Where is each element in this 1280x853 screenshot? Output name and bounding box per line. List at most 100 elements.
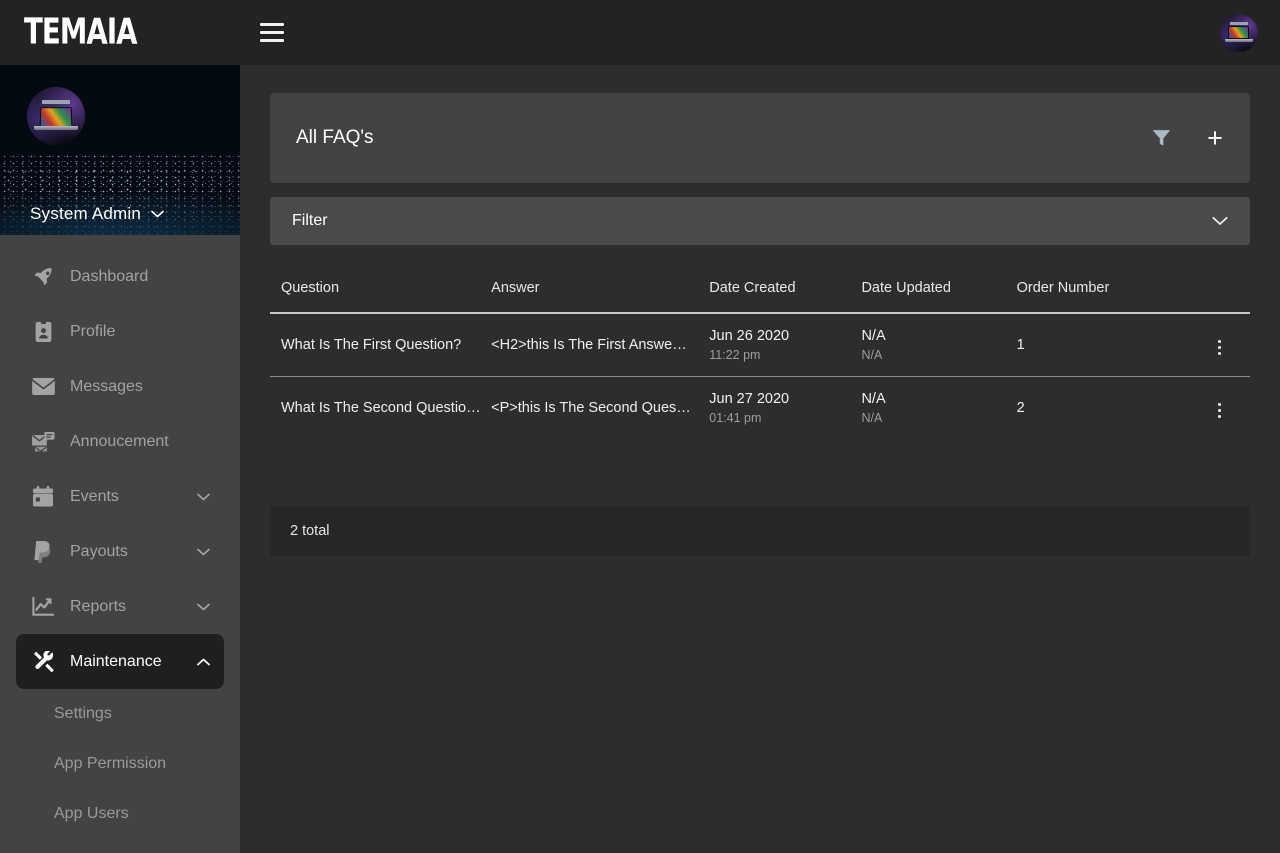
- column-header-answer[interactable]: Answer: [491, 272, 710, 314]
- avatar-detail-dots: [1229, 21, 1249, 25]
- table-body: What Is The First Question? <H2>this Is …: [270, 313, 1250, 439]
- envelope-icon: [30, 376, 56, 398]
- sidebar-item-messages[interactable]: Messages: [16, 359, 224, 414]
- sidebar-subitem-label: App Permission: [54, 755, 167, 772]
- sidebar-item-payouts[interactable]: Payouts: [16, 524, 224, 579]
- chevron-down-icon: [197, 493, 210, 501]
- user-avatar[interactable]: [1220, 13, 1258, 52]
- cell-date-created: Jun 26 2020 11:22 pm: [709, 313, 862, 377]
- total-count-label: 2 total: [290, 523, 330, 539]
- hamburger-line: [260, 23, 284, 26]
- time-created-value: 11:22 pm: [709, 348, 761, 362]
- time-updated-value: N/A: [861, 411, 883, 425]
- sidebar-subitem-faq[interactable]: FAQ: [0, 839, 240, 853]
- faq-table-container: Question Answer Date Created Date Update…: [270, 272, 1250, 439]
- sidebar-navigation: Dashboard Profile Messages Annoucement E…: [0, 235, 240, 853]
- announcement-icon: [30, 431, 56, 453]
- top-navigation-bar: TEMAIA: [0, 0, 1280, 65]
- date-updated-value: N/A: [861, 391, 886, 407]
- sidebar-item-label: Messages: [70, 377, 143, 395]
- sidebar-subitem-settings[interactable]: Settings: [0, 689, 240, 739]
- column-header-date-updated[interactable]: Date Updated: [861, 272, 1017, 314]
- kebab-dot: [1218, 415, 1222, 418]
- sidebar-avatar[interactable]: [27, 87, 85, 145]
- table-row[interactable]: What Is The Second Questions <P>this Is …: [270, 377, 1250, 440]
- sidebar-subitem-app-permission[interactable]: App Permission: [0, 739, 240, 789]
- kebab-dot: [1218, 346, 1222, 349]
- kebab-menu-icon[interactable]: [1214, 336, 1225, 359]
- sidebar-item-label: Reports: [70, 597, 127, 615]
- avatar-laptop-screen: [39, 106, 73, 127]
- id-badge-icon: [30, 321, 56, 343]
- page-header-card: All FAQ's +: [270, 93, 1250, 183]
- cell-question: What Is The First Question?: [270, 313, 492, 377]
- kebab-dot: [1218, 409, 1222, 412]
- sidebar-item-maintenance[interactable]: Maintenance: [16, 634, 224, 689]
- sidebar-item-events[interactable]: Events: [16, 469, 224, 524]
- sidebar-subitem-app-users[interactable]: App Users: [0, 789, 240, 839]
- main-content: All FAQ's + Filter Question Answer Date: [240, 65, 1280, 853]
- calendar-icon: [30, 486, 56, 508]
- cell-actions: [1189, 377, 1250, 440]
- profile-banner: System Admin: [0, 65, 240, 235]
- column-header-date-created[interactable]: Date Created: [709, 272, 862, 314]
- sidebar-item-label: Annoucement: [70, 432, 169, 450]
- avatar-laptop-screen: [1228, 26, 1250, 40]
- profile-name-dropdown[interactable]: System Admin: [0, 193, 240, 235]
- cell-date-updated: N/A N/A: [861, 377, 1016, 440]
- sidebar-item-profile[interactable]: Profile: [16, 304, 224, 359]
- order-number-value: 2: [1016, 400, 1025, 416]
- cell-answer: <P>this Is The Second Questio…: [491, 377, 709, 440]
- chevron-down-icon: [1212, 213, 1228, 229]
- cell-order-number: 2: [1017, 377, 1189, 440]
- answer-text: <P>this Is The Second Questio…: [491, 400, 692, 416]
- cell-order-number: 1: [1016, 313, 1190, 377]
- order-number-value: 1: [1016, 337, 1025, 353]
- sidebar-item-dashboard[interactable]: Dashboard: [16, 249, 224, 304]
- sidebar-item-annoucement[interactable]: Annoucement: [16, 414, 224, 469]
- sidebar-item-reports[interactable]: Reports: [16, 579, 224, 634]
- cell-actions: [1189, 313, 1250, 377]
- chevron-down-icon: [151, 208, 164, 220]
- cell-answer: <H2>this Is The First Answer</h…: [491, 313, 710, 377]
- filter-dropdown[interactable]: Filter: [270, 197, 1250, 245]
- chart-line-icon: [30, 596, 56, 618]
- cell-question: What Is The Second Questions: [270, 377, 491, 440]
- question-text: What Is The First Question?: [281, 337, 462, 353]
- avatar-laptop-base: [33, 125, 79, 131]
- app-logo-text: TEMAIA: [24, 11, 138, 54]
- kebab-menu-icon[interactable]: [1214, 399, 1225, 422]
- avatar-detail-dots: [42, 99, 70, 104]
- cell-date-updated: N/A N/A: [861, 313, 1017, 377]
- profile-name-label: System Admin: [30, 204, 142, 223]
- column-header-question[interactable]: Question: [270, 272, 492, 314]
- hamburger-icon[interactable]: [260, 20, 286, 46]
- sidebar-item-label: Payouts: [70, 542, 128, 560]
- date-updated-value: N/A: [861, 328, 886, 344]
- app-logo[interactable]: TEMAIA: [0, 0, 240, 65]
- column-header-actions: [1189, 272, 1250, 314]
- filter-label: Filter: [292, 212, 328, 229]
- plus-glyph: +: [1207, 122, 1223, 153]
- date-created-value: Jun 26 2020: [709, 328, 790, 344]
- table-header-row: Question Answer Date Created Date Update…: [270, 272, 1250, 314]
- faq-table: Question Answer Date Created Date Update…: [270, 272, 1250, 439]
- column-header-order-number[interactable]: Order Number: [1016, 272, 1190, 314]
- chevron-down-icon: [197, 548, 210, 556]
- funnel-icon[interactable]: [1148, 125, 1174, 151]
- time-created-value: 01:41 pm: [709, 411, 762, 425]
- plus-icon[interactable]: +: [1202, 122, 1228, 153]
- kebab-dot: [1218, 340, 1222, 343]
- question-text: What Is The Second Questions: [281, 400, 481, 416]
- kebab-dot: [1218, 403, 1222, 406]
- date-created-value: Jun 27 2020: [709, 391, 790, 407]
- hamburger-line: [260, 31, 284, 34]
- avatar-laptop-base: [1224, 38, 1254, 42]
- table-row[interactable]: What Is The First Question? <H2>this Is …: [270, 313, 1250, 377]
- answer-text: <H2>this Is The First Answer</h…: [491, 337, 692, 353]
- hamburger-line: [260, 39, 284, 42]
- cell-date-created: Jun 27 2020 01:41 pm: [709, 377, 861, 440]
- avatar-artwork: [27, 87, 85, 145]
- table-footer: 2 total: [270, 506, 1250, 556]
- avatar-artwork: [1220, 13, 1258, 52]
